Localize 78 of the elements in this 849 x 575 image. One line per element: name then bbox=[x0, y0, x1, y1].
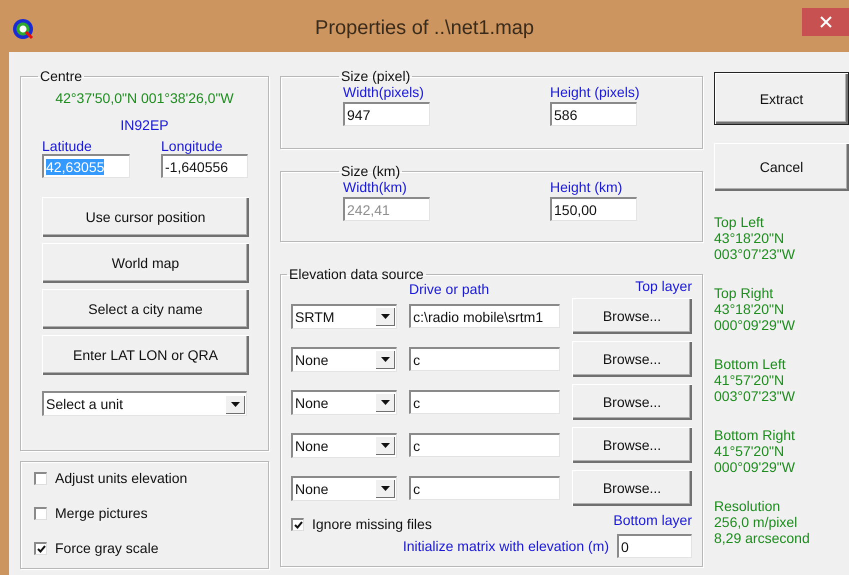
dropdown[interactable]: None bbox=[291, 346, 398, 372]
action-button[interactable]: World map bbox=[42, 243, 249, 283]
browse-button[interactable]: Browse... bbox=[572, 384, 692, 420]
dropdown[interactable]: None bbox=[291, 390, 398, 414]
checkbox-label: Merge pictures bbox=[55, 505, 148, 521]
caret-icon bbox=[380, 443, 390, 448]
group-label: Centre bbox=[39, 68, 84, 84]
column-heading: Drive or path bbox=[409, 281, 490, 297]
browse-button[interactable]: Browse... bbox=[572, 298, 692, 334]
window-title: Properties of ..\net1.map bbox=[314, 16, 535, 40]
app-icon bbox=[12, 18, 34, 40]
input-field[interactable]: c bbox=[409, 476, 560, 500]
info-text: 000°09'29"W bbox=[714, 459, 796, 475]
info-text: 43°18'20"N bbox=[714, 230, 786, 246]
info-text: Top Left bbox=[714, 214, 765, 230]
info-text: 41°57'20"N bbox=[714, 372, 786, 388]
field-value: -1,640556 bbox=[165, 158, 228, 174]
caret-icon bbox=[230, 402, 240, 406]
checkbox-label: Ignore missing files bbox=[312, 516, 432, 532]
layer-label: Bottom layer bbox=[613, 512, 692, 528]
group-label: Elevation data source bbox=[288, 266, 425, 282]
input-field[interactable]: c bbox=[409, 433, 560, 457]
input-field[interactable]: c:\radio mobile\srtm1 bbox=[409, 304, 560, 328]
field-label: Width(pixels) bbox=[343, 84, 425, 100]
dropdown[interactable]: None bbox=[291, 432, 398, 458]
input-field[interactable]: c bbox=[409, 347, 560, 371]
action-button[interactable]: Select a city name bbox=[42, 289, 249, 329]
caret-icon bbox=[380, 357, 390, 362]
action-button[interactable]: Use cursor position bbox=[42, 197, 249, 237]
checkbox[interactable] bbox=[34, 506, 47, 520]
input-field[interactable]: 150,00 bbox=[550, 197, 637, 221]
field-label: Height (pixels) bbox=[550, 84, 640, 100]
info-text: Bottom Right bbox=[714, 427, 796, 443]
info-text: 000°09'29"W bbox=[714, 317, 796, 333]
field-label: Height (km) bbox=[550, 179, 624, 195]
checkbox[interactable] bbox=[34, 472, 47, 484]
field-label: Width(km) bbox=[343, 179, 408, 195]
field-label: Longitude bbox=[161, 138, 224, 154]
dialog-button[interactable]: Cancel bbox=[714, 143, 849, 191]
info-text: 003°07'23"W bbox=[714, 388, 796, 404]
input-field[interactable]: c bbox=[409, 390, 560, 414]
info-text: 8,29 arcsecond bbox=[714, 530, 811, 546]
checkbox-label: Force gray scale bbox=[55, 540, 158, 556]
browse-button[interactable]: Browse... bbox=[572, 341, 692, 377]
caret-icon bbox=[380, 314, 390, 319]
coordinates-text: 42°37'50,0"N 001°38'26,0"W bbox=[54, 90, 235, 106]
browse-button[interactable]: Browse... bbox=[572, 470, 692, 506]
dropdown[interactable]: None bbox=[291, 476, 398, 500]
input-field[interactable]: 586 bbox=[550, 102, 637, 126]
group-label: Size (km) bbox=[340, 163, 402, 179]
close-icon bbox=[820, 16, 832, 28]
close-button[interactable] bbox=[802, 8, 849, 36]
checkbox[interactable] bbox=[34, 542, 47, 554]
info-text: 41°57'20"N bbox=[714, 443, 786, 459]
info-text: 43°18'20"N bbox=[714, 301, 786, 317]
group-label: Size (pixel) bbox=[340, 68, 412, 84]
caret-icon bbox=[380, 400, 390, 405]
info-text: Bottom Left bbox=[714, 356, 787, 372]
dropdown[interactable]: Select a unit bbox=[42, 391, 247, 416]
checkbox-label: Adjust units elevation bbox=[55, 470, 188, 486]
action-button[interactable]: Enter LAT LON or QRA bbox=[42, 335, 249, 375]
info-text: 003°07'23"W bbox=[714, 246, 796, 262]
field-value: 42,63055 bbox=[46, 158, 104, 174]
input-field[interactable]: 0 bbox=[617, 534, 692, 558]
dropdown[interactable]: SRTM bbox=[291, 304, 398, 328]
caret-icon bbox=[380, 486, 390, 491]
locator-text: IN92EP bbox=[119, 117, 170, 133]
checkbox[interactable] bbox=[291, 518, 304, 530]
field-label: Latitude bbox=[42, 138, 93, 154]
info-text: 256,0 m/pixel bbox=[714, 514, 798, 530]
info-text: Resolution bbox=[714, 498, 782, 514]
info-text: Top Right bbox=[714, 285, 774, 301]
column-heading: Top layer bbox=[635, 278, 692, 294]
browse-button[interactable]: Browse... bbox=[572, 427, 692, 463]
dialog-button[interactable]: Extract bbox=[714, 72, 849, 125]
field-label: Initialize matrix with elevation (m) bbox=[402, 538, 609, 554]
input-field[interactable]: -1,640556 bbox=[161, 154, 248, 178]
input-field[interactable]: 947 bbox=[343, 102, 430, 126]
